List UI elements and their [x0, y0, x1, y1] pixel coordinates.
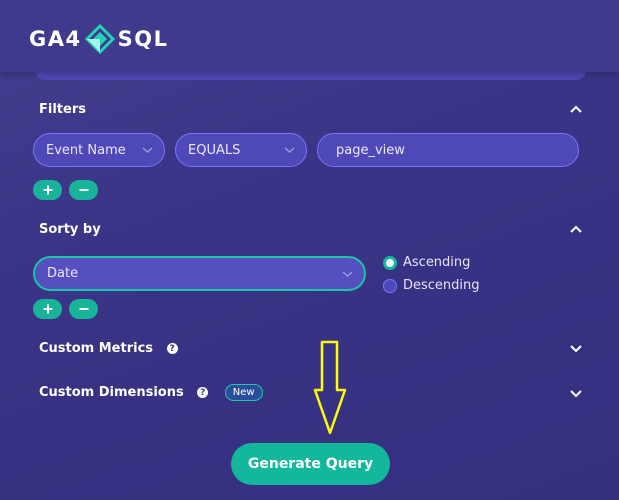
filter-field-value: Event Name — [46, 142, 126, 158]
filters-title: Filters — [39, 102, 86, 117]
sort-descending-label: Descending — [403, 278, 480, 293]
sort-descending-radio[interactable]: Descending — [383, 278, 480, 293]
custom-metrics-title: Custom Metrics — [39, 341, 154, 356]
chevron-down-icon — [284, 147, 295, 154]
help-icon[interactable]: ? — [197, 387, 209, 398]
filter-operator-value: EQUALS — [188, 142, 241, 158]
custom-dimensions-title: Custom Dimensions — [39, 385, 184, 400]
custom-metrics-expand-chevron-down-icon[interactable] — [569, 344, 583, 354]
add-filter-button[interactable] — [33, 180, 62, 200]
custom-dimensions-header[interactable]: Custom Dimensions ? New — [39, 384, 263, 401]
chevron-down-icon — [342, 271, 353, 278]
chevron-down-icon — [142, 147, 153, 154]
add-sort-button[interactable] — [33, 299, 62, 319]
annotation-arrow-down-icon — [313, 340, 347, 435]
sort-field-select[interactable]: Date — [33, 256, 366, 291]
new-badge: New — [224, 384, 263, 401]
logo-mark-icon — [84, 24, 115, 54]
remove-filter-button[interactable] — [69, 180, 98, 200]
minus-icon — [79, 308, 88, 310]
custom-dimensions-expand-chevron-down-icon[interactable] — [569, 389, 583, 399]
sort-title: Sorty by — [39, 222, 101, 237]
remove-sort-button[interactable] — [69, 299, 98, 319]
generate-query-button[interactable]: Generate Query — [231, 443, 390, 485]
filter-field-select[interactable]: Event Name — [33, 133, 165, 167]
minus-icon — [79, 189, 88, 191]
filter-value-input[interactable]: page_view — [317, 133, 579, 167]
radio-selected-icon — [383, 255, 397, 270]
logo: GA4 SQL — [29, 24, 168, 54]
filter-operator-select[interactable]: EQUALS — [175, 133, 307, 167]
radio-unselected-icon — [383, 278, 397, 293]
sort-ascending-radio[interactable]: Ascending — [383, 255, 470, 270]
plus-icon — [43, 185, 52, 195]
sort-collapse-chevron-up-icon[interactable] — [569, 224, 583, 234]
help-icon[interactable]: ? — [166, 343, 178, 354]
custom-metrics-header[interactable]: Custom Metrics ? — [39, 341, 178, 356]
filter-value-text: page_view — [336, 142, 405, 158]
plus-icon — [43, 304, 52, 314]
logo-text-right: SQL — [117, 27, 169, 51]
filters-collapse-chevron-up-icon[interactable] — [569, 104, 583, 114]
logo-text-left: GA4 — [29, 27, 82, 51]
sort-ascending-label: Ascending — [403, 255, 471, 270]
sort-field-value: Date — [47, 266, 79, 281]
app-header: GA4 SQL — [0, 0, 619, 72]
